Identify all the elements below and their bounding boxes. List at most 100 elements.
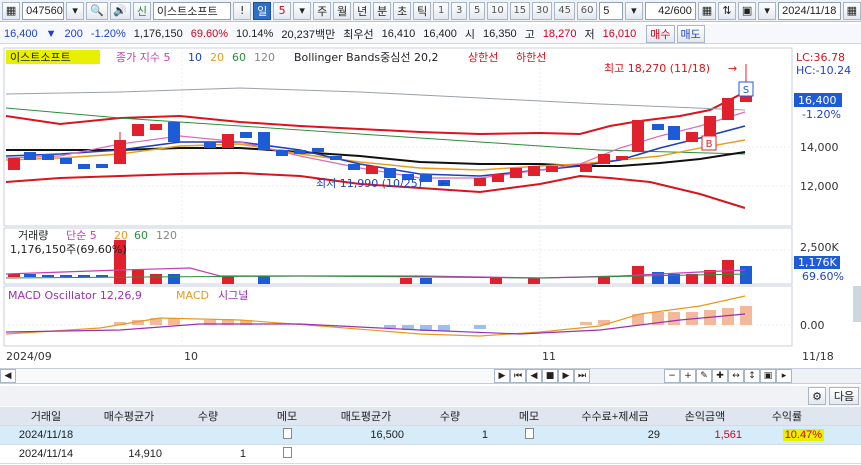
calendar-icon[interactable]: ▦ — [842, 1, 861, 20]
cell-sell-qty: 1 — [481, 429, 488, 441]
next-button[interactable]: 다음 — [829, 387, 859, 405]
best-buy: 16,400 — [423, 27, 457, 40]
last-icon[interactable]: ⏭ — [574, 369, 590, 383]
tab-tick[interactable]: 틱 — [413, 1, 432, 20]
period-dropdown-icon[interactable]: ▾ — [293, 1, 312, 20]
interval-60[interactable]: 60 — [576, 1, 598, 20]
low-label: 저 — [584, 28, 595, 41]
more-icon[interactable]: ▸ — [776, 369, 792, 383]
first-icon[interactable]: ⏮ — [510, 369, 526, 383]
memo-edit-icon[interactable] — [282, 447, 292, 458]
tab-month[interactable]: 월 — [333, 1, 352, 20]
alert-icon[interactable]: ! — [233, 1, 252, 20]
col-return: 수익률 — [771, 411, 803, 423]
sound-icon[interactable]: 🔊 — [109, 1, 131, 20]
interval-5[interactable]: 5 — [469, 1, 486, 20]
tab-week[interactable]: 주 — [313, 1, 332, 20]
stock-chart[interactable]: S B 최고 18,270 (11/18) → 최저 11,990 (10/25… — [0, 46, 861, 368]
volume-current-tag: 1,176K — [798, 256, 837, 269]
zoom-in-icon[interactable]: + — [680, 369, 696, 383]
fit-icon[interactable]: ▣ — [760, 369, 776, 383]
gear-icon[interactable]: ⚙ — [808, 387, 826, 405]
sell-button[interactable]: 매도 — [676, 24, 705, 43]
scroll-right-icon[interactable]: ▶ — [494, 369, 510, 383]
quote-bar: 16,400 ▼ 200 -1.20% 1,176,150 69.60% 10.… — [0, 24, 861, 44]
cell-buy-memo[interactable] — [250, 447, 324, 461]
upper-label: 상한선 — [468, 51, 498, 64]
sell-marker[interactable]: S — [738, 81, 754, 97]
current-price: 16,400 — [4, 27, 38, 40]
save-icon[interactable]: ▣ — [737, 1, 757, 20]
high-arrow-icon: → — [728, 62, 737, 75]
low-arrow-icon: ← — [440, 177, 449, 190]
interval-30[interactable]: 30 — [532, 1, 553, 20]
return-value: 10.47% — [782, 429, 824, 441]
grid-icon[interactable]: ▦ — [2, 1, 21, 20]
price-change-pct: -1.20% — [90, 27, 126, 40]
page-count-field[interactable]: 42/600 — [644, 1, 696, 20]
compare-icon[interactable]: ⇅ — [717, 1, 736, 20]
dropdown-icon[interactable]: ▾ — [66, 1, 85, 20]
macd-osc-label: MACD Oscillator 12,26,9 — [8, 289, 142, 302]
col-buy-avg: 매수평균가 — [103, 411, 155, 423]
memo-icon[interactable] — [282, 428, 292, 439]
chart-area[interactable]: S B 최고 18,270 (11/18) → 최저 11,990 (10/25… — [0, 46, 861, 368]
col-date: 거래일 — [30, 411, 62, 423]
market-tag: 신 — [132, 1, 151, 20]
x-axis-oct: 10 — [184, 350, 198, 363]
memo-edit-icon[interactable] — [524, 428, 534, 439]
cell-buy-memo[interactable] — [250, 428, 324, 442]
interval-45[interactable]: 45 — [554, 1, 575, 20]
interval-15[interactable]: 15 — [509, 1, 531, 20]
volume-ma-60: 60 — [134, 229, 148, 242]
stock-name-field[interactable]: 이스트소프트 — [152, 1, 232, 20]
shrink-icon[interactable]: ↕ — [744, 369, 760, 383]
cell-return: 10.47% — [746, 429, 828, 441]
grid-toggle-icon[interactable]: ▦ — [697, 1, 716, 20]
scroll-track[interactable] — [16, 369, 494, 383]
open-label: 시 — [464, 28, 476, 41]
crosshair-icon[interactable]: ✚ — [712, 369, 728, 383]
buy-marker[interactable]: B — [701, 135, 717, 151]
current-pct-tag: -1.20% — [802, 108, 841, 121]
count-select[interactable]: 5 — [599, 1, 623, 20]
scroll-left-icon[interactable]: ◀ — [0, 369, 16, 383]
interval-3[interactable]: 3 — [451, 1, 468, 20]
current-price-tag: 16,400 — [798, 94, 837, 107]
date-field[interactable]: 2024/11/18 — [778, 1, 841, 20]
lc-value: LC:36.78 — [796, 51, 845, 64]
expand-icon[interactable]: ↔ — [728, 369, 744, 383]
buy-button[interactable]: 매수 — [646, 24, 675, 43]
period-select[interactable]: 5 — [273, 1, 292, 20]
tab-minute[interactable]: 분 — [373, 1, 392, 20]
cell-sell-memo[interactable] — [492, 428, 566, 442]
high-price: 18,270 — [542, 27, 577, 40]
stock-code-input[interactable]: 047560 — [22, 1, 65, 20]
bottom-bar: ⚙ 다음 — [0, 386, 861, 406]
volume-pct-tag: 69.60% — [802, 270, 844, 283]
x-axis-sep: 2024/09 — [6, 350, 52, 363]
next-icon[interactable]: ▶ — [558, 369, 574, 383]
search-icon[interactable]: 🔍 — [86, 1, 108, 20]
date-down-icon[interactable]: ▾ — [758, 1, 777, 20]
interval-10[interactable]: 10 — [487, 1, 508, 20]
zoom-out-icon[interactable]: − — [664, 369, 680, 383]
volume-label: 거래량 — [18, 229, 48, 242]
count-dropdown-icon[interactable]: ▾ — [624, 1, 643, 20]
x-axis-last: 11/18 — [802, 350, 834, 363]
prev-icon[interactable]: ◀ — [526, 369, 542, 383]
ma-label: 종가 지수 5 — [116, 51, 170, 64]
macd-scroll-thumb[interactable] — [853, 286, 861, 322]
table-row[interactable]: 2024/11/18 16,500 1 29 1,561 10.47% — [0, 426, 861, 445]
interval-1[interactable]: 1 — [433, 1, 450, 20]
stop-icon[interactable]: ■ — [542, 369, 558, 383]
tab-year[interactable]: 년 — [353, 1, 372, 20]
tab-day[interactable]: 일 — [253, 1, 272, 20]
tab-second[interactable]: 초 — [393, 1, 412, 20]
axis-14000: 14,000 — [800, 141, 839, 154]
hc-value: HC:-10.24 — [796, 64, 851, 77]
chart-scrollbar[interactable]: ◀ ▶ ⏮ ◀ ■ ▶ ⏭ − + ✎ ✚ ↔ ↕ ▣ ▸ — [0, 368, 861, 384]
draw-tool-icon[interactable]: ✎ — [696, 369, 712, 383]
table-row[interactable]: 2024/11/14 14,910 1 — [0, 445, 861, 464]
low-annotation: 최저 11,990 (10/25) — [316, 177, 422, 190]
